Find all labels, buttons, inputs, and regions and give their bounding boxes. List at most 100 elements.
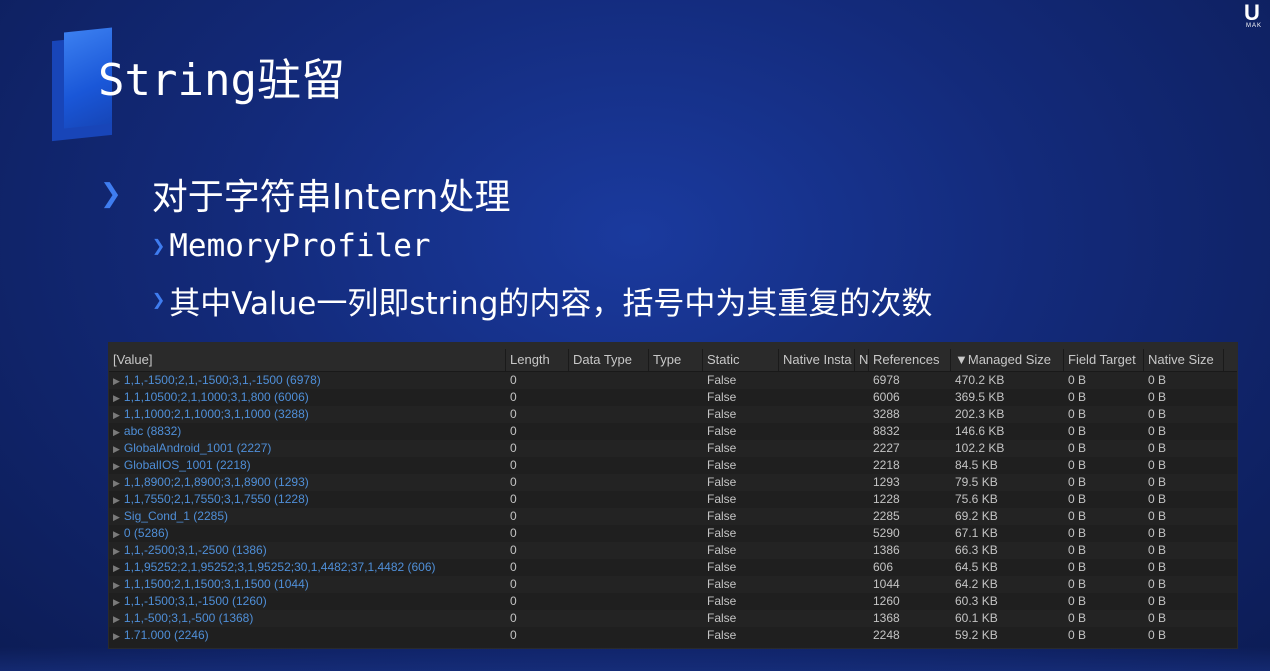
expand-arrow-icon[interactable]: ▶ — [113, 376, 120, 386]
cell-type — [649, 474, 703, 491]
brand-logo: U MAK — [1244, 0, 1270, 32]
expand-arrow-icon[interactable]: ▶ — [113, 563, 120, 573]
expand-arrow-icon[interactable]: ▶ — [113, 631, 120, 641]
column-header-type[interactable]: Type — [649, 349, 703, 371]
table-row[interactable]: ▶ 1,1,10500;2,1,1000;3,1,800 (6006) 0 False… — [109, 389, 1237, 406]
expand-arrow-icon[interactable]: ▶ — [113, 512, 120, 522]
cell-field-target: 0 B — [1068, 611, 1087, 625]
table-row[interactable]: ▶ 0 (5286) 0 False 5290 67.1 KB 0 B 0 B — [109, 525, 1237, 542]
expand-arrow-icon[interactable]: ▶ — [113, 427, 120, 437]
cell-field-target: 0 B — [1068, 407, 1087, 421]
cell-type — [649, 508, 703, 525]
column-header-managed-size[interactable]: ▼Managed Size — [951, 349, 1064, 371]
cell-native-size: 0 B — [1148, 492, 1167, 506]
cell-n — [855, 423, 869, 440]
cell-references: 6006 — [873, 390, 900, 404]
cell-length: 0 — [510, 611, 517, 625]
column-header-static[interactable]: Static — [703, 349, 779, 371]
cell-n — [855, 389, 869, 406]
cell-native-size: 0 B — [1148, 526, 1167, 540]
cell-native-instance — [779, 372, 855, 389]
slide-title: String驻留 — [98, 55, 345, 106]
expand-arrow-icon[interactable]: ▶ — [113, 495, 120, 505]
cell-native-instance — [779, 610, 855, 627]
cell-n — [855, 542, 869, 559]
table-row[interactable]: ▶ 1,1,95252;2,1,95252;3,1,95252;30,1,4482… — [109, 559, 1237, 576]
cell-value-text: 1.71.000 (2246) — [123, 628, 209, 642]
cell-value-text: GlobalAndroid_1001 (2227) — [123, 441, 272, 455]
cell-value: ▶ 1,1,1500;2,1,1500;3,1,1500 (1044) — [109, 576, 506, 593]
cell-value: ▶ 1,1,-1500;3,1,-1500 (1260) — [109, 593, 506, 610]
cell-native-instance — [779, 474, 855, 491]
expand-arrow-icon[interactable]: ▶ — [113, 393, 120, 403]
table-row[interactable]: ▶ GlobalAndroid_1001 (2227) 0 False 2227 102.… — [109, 440, 1237, 457]
cell-n — [855, 559, 869, 576]
cell-references: 1228 — [873, 492, 900, 506]
chevron-right-icon: ❯ — [152, 233, 166, 259]
cell-data-type — [569, 457, 649, 474]
cell-n — [855, 627, 869, 644]
expand-arrow-icon[interactable]: ▶ — [113, 597, 120, 607]
cell-type — [649, 559, 703, 576]
cell-field-target: 0 B — [1068, 492, 1087, 506]
cell-value: ▶ 1,1,-2500;3,1,-2500 (1386) — [109, 542, 506, 559]
table-row[interactable]: ▶ abc (8832) 0 False 8832 146.6 KB 0 B 0 B — [109, 423, 1237, 440]
cell-data-type — [569, 610, 649, 627]
column-header-field-target[interactable]: Field Target — [1064, 349, 1144, 371]
cell-managed-size: 60.3 KB — [955, 594, 998, 608]
table-row[interactable]: ▶ 1,1,-1500;2,1,-1500;3,1,-1500 (6978) 0 Fa… — [109, 372, 1237, 389]
expand-arrow-icon[interactable]: ▶ — [113, 529, 120, 539]
cell-value: ▶ 1.71.000 (2246) — [109, 627, 506, 644]
cell-native-size: 0 B — [1148, 509, 1167, 523]
cell-n — [855, 457, 869, 474]
table-row[interactable]: ▶ 1,1,-1500;3,1,-1500 (1260) 0 False 1260 60.… — [109, 593, 1237, 610]
cell-value-text: Sig_Cond_1 (2285) — [123, 509, 228, 523]
cell-native-size: 0 B — [1148, 594, 1167, 608]
column-header-native-instance[interactable]: Native Insta — [779, 349, 855, 371]
table-row[interactable]: ▶ 1,1,1000;2,1,1000;3,1,1000 (3288) 0 False… — [109, 406, 1237, 423]
table-row[interactable]: ▶ 1,1,7550;2,1,7550;3,1,7550 (1228) 0 False… — [109, 491, 1237, 508]
cell-length: 0 — [510, 594, 517, 608]
table-row[interactable]: ▶ 1,1,-500;3,1,-500 (1368) 0 False 1368 60.1 … — [109, 610, 1237, 627]
table-row[interactable]: ▶ Sig_Cond_1 (2285) 0 False 2285 69.2 KB 0 B 0 … — [109, 508, 1237, 525]
cell-managed-size: 75.6 KB — [955, 492, 998, 506]
cell-value-text: 1,1,10500;2,1,1000;3,1,800 (6006) — [123, 390, 309, 404]
cell-n — [855, 610, 869, 627]
cell-managed-size: 69.2 KB — [955, 509, 998, 523]
table-row[interactable]: ▶ 1,1,8900;2,1,8900;3,1,8900 (1293) 0 False… — [109, 474, 1237, 491]
bullet-memoryprofiler: ❯ MemoryProfiler — [152, 228, 431, 264]
cell-native-instance — [779, 491, 855, 508]
table-row[interactable]: ▶ 1,1,1500;2,1,1500;3,1,1500 (1044) 0 False… — [109, 576, 1237, 593]
cell-managed-size: 102.2 KB — [955, 441, 1005, 455]
cell-value-text: 1,1,8900;2,1,8900;3,1,8900 (1293) — [123, 475, 309, 489]
cell-length: 0 — [510, 390, 517, 404]
cell-references: 6978 — [873, 373, 900, 387]
cell-references: 2218 — [873, 458, 900, 472]
cell-n — [855, 576, 869, 593]
table-row[interactable]: ▶ 1.71.000 (2246) 0 False 2248 59.2 KB 0 B 0 B — [109, 627, 1237, 644]
column-header-length[interactable]: Length — [506, 349, 569, 371]
expand-arrow-icon[interactable]: ▶ — [113, 614, 120, 624]
cell-native-instance — [779, 525, 855, 542]
cell-data-type — [569, 559, 649, 576]
expand-arrow-icon[interactable]: ▶ — [113, 444, 120, 454]
table-row[interactable]: ▶ 1,1,-2500;3,1,-2500 (1386) 0 False 1386 66.… — [109, 542, 1237, 559]
cell-value: ▶ GlobalIOS_1001 (2218) — [109, 457, 506, 474]
expand-arrow-icon[interactable]: ▶ — [113, 410, 120, 420]
expand-arrow-icon[interactable]: ▶ — [113, 461, 120, 471]
cell-n — [855, 440, 869, 457]
expand-arrow-icon[interactable]: ▶ — [113, 580, 120, 590]
table-row[interactable]: ▶ GlobalIOS_1001 (2218) 0 False 2218 84.5 KB 0… — [109, 457, 1237, 474]
column-header-data-type[interactable]: Data Type — [569, 349, 649, 371]
column-header-native-size[interactable]: Native Size — [1144, 349, 1224, 371]
expand-arrow-icon[interactable]: ▶ — [113, 546, 120, 556]
column-header-value[interactable]: [Value] — [109, 349, 506, 371]
expand-arrow-icon[interactable]: ▶ — [113, 478, 120, 488]
column-header-n[interactable]: N — [855, 349, 869, 371]
cell-static: False — [707, 594, 737, 608]
cell-managed-size: 146.6 KB — [955, 424, 1005, 438]
cell-native-instance — [779, 406, 855, 423]
cell-data-type — [569, 593, 649, 610]
column-header-references[interactable]: References — [869, 349, 951, 371]
cell-value: ▶ 1,1,-1500;2,1,-1500;3,1,-1500 (6978) — [109, 372, 506, 389]
